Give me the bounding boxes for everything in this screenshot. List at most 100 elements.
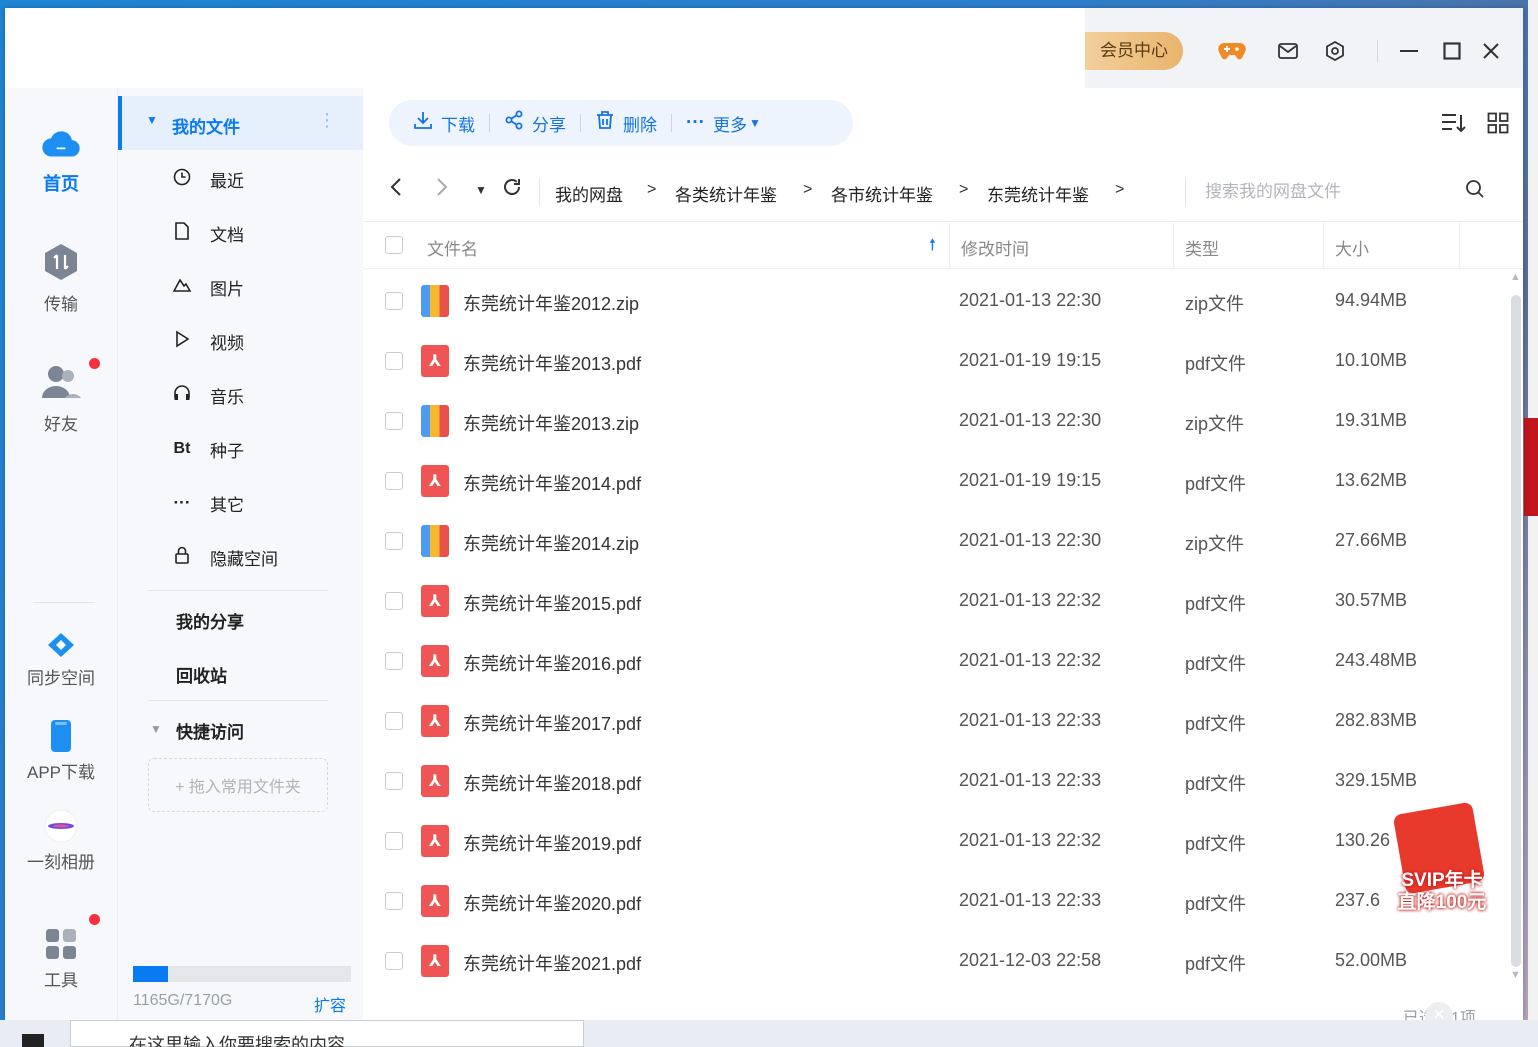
file-modified: 2021-01-13 22:32 [959, 830, 1102, 850]
kebab-menu-icon[interactable]: ⋮ [318, 110, 336, 131]
rail-friends[interactable]: 好友 [5, 362, 117, 435]
delete-button[interactable]: 删除 [581, 100, 671, 146]
rail-home[interactable]: 首页 [5, 122, 117, 196]
sidebar-item-other[interactable]: ··· 其它 [118, 476, 364, 530]
sidebar-item-docs[interactable]: 文档 [118, 206, 364, 260]
rail-sync-space[interactable]: 同步空间 [5, 630, 117, 689]
file-modified: 2021-01-13 22:30 [959, 290, 1102, 310]
table-row[interactable]: ⅄ 东莞统计年鉴2017.pdf 2021-01-13 22:33 pdf文件 282.… [363, 691, 1503, 751]
column-size-header[interactable]: 大小 [1335, 235, 1369, 260]
minimize-icon[interactable] [1394, 36, 1424, 66]
row-checkbox[interactable] [385, 292, 403, 310]
rail-transfer[interactable]: 传输 [5, 242, 117, 315]
table-row[interactable]: ⅄ 东莞统计年鉴2020.pdf 2021-01-13 22:33 pdf文件 237.… [363, 871, 1503, 931]
sidebar-item-recent[interactable]: 最近 [118, 152, 364, 206]
row-checkbox[interactable] [385, 832, 403, 850]
file-name[interactable]: 东莞统计年鉴2015.pdf [463, 590, 641, 616]
table-row[interactable]: 东莞统计年鉴2012.zip 2021-01-13 22:30 zip文件 94.94… [363, 271, 1503, 331]
column-type-header[interactable]: 类型 [1185, 235, 1219, 260]
vip-center-button[interactable]: 会员中心 [1085, 32, 1183, 70]
table-row[interactable]: ⅄ 东莞统计年鉴2016.pdf 2021-01-13 22:32 pdf文件 243.… [363, 631, 1503, 691]
settings-icon[interactable] [1320, 36, 1350, 66]
scrollbar-thumb[interactable] [1511, 295, 1521, 967]
table-row[interactable]: 东莞统计年鉴2014.zip 2021-01-13 22:30 zip文件 27.66… [363, 511, 1503, 571]
file-name[interactable]: 东莞统计年鉴2018.pdf [463, 770, 641, 796]
row-checkbox[interactable] [385, 952, 403, 970]
table-row[interactable]: ⅄ 东莞统计年鉴2015.pdf 2021-01-13 22:32 pdf文件 30.5… [363, 571, 1503, 631]
file-browser: 下载 分享 删除 ··· 更多 ▼ ▼ 我的网盘 > 各类统计年鉴 > 各市统计… [363, 88, 1523, 1030]
table-row[interactable]: 东莞统计年鉴2013.zip 2021-01-13 22:30 zip文件 19.31… [363, 391, 1503, 451]
breadcrumb-dongguan-yearbook[interactable]: 东莞统计年鉴 [987, 181, 1089, 206]
windows-start-icon[interactable] [22, 1034, 44, 1047]
file-name[interactable]: 东莞统计年鉴2013.pdf [463, 350, 641, 376]
table-row[interactable]: ⅄ 东莞统计年鉴2019.pdf 2021-01-13 22:32 pdf文件 130.… [363, 811, 1503, 871]
maximize-icon[interactable] [1437, 36, 1467, 66]
scroll-up-icon[interactable]: ▲ [1510, 271, 1521, 283]
row-checkbox[interactable] [385, 412, 403, 430]
sidebar-item-hidden-space[interactable]: 隐藏空间 [118, 530, 364, 584]
select-all-checkbox[interactable] [385, 236, 403, 254]
grid-view-icon[interactable] [1487, 112, 1509, 140]
row-checkbox[interactable] [385, 352, 403, 370]
search-input[interactable] [1205, 176, 1455, 208]
row-checkbox[interactable] [385, 472, 403, 490]
sidebar-my-files[interactable]: ▼ 我的文件 ⋮ [118, 96, 364, 150]
file-name[interactable]: 东莞统计年鉴2021.pdf [463, 950, 641, 976]
sidebar-recycle-bin[interactable]: 回收站 [176, 662, 227, 687]
taskbar-search-box[interactable]: 在这里输入你要搜索的内容 [70, 1020, 584, 1047]
file-name[interactable]: 东莞统计年鉴2020.pdf [463, 890, 641, 916]
table-row[interactable]: ⅄ 东莞统计年鉴2013.pdf 2021-01-19 19:15 pdf文件 10.1… [363, 331, 1503, 391]
file-name[interactable]: 东莞统计年鉴2014.zip [463, 530, 639, 556]
download-button[interactable]: 下载 [389, 100, 489, 146]
close-icon[interactable] [1476, 36, 1506, 66]
svip-promo-badge[interactable]: SVIP年卡 直降100元 [1381, 801, 1503, 928]
breadcrumb-city-yearbooks[interactable]: 各市统计年鉴 [831, 181, 933, 206]
row-checkbox[interactable] [385, 532, 403, 550]
promo-line1: SVIP年卡 [1401, 870, 1483, 891]
drop-folder-zone[interactable]: + 拖入常用文件夹 [148, 758, 328, 812]
sidebar-quick-access[interactable]: 快捷访问 [176, 718, 244, 743]
sidebar-item-music[interactable]: 音乐 [118, 368, 364, 422]
file-name[interactable]: 东莞统计年鉴2013.zip [463, 410, 639, 436]
rail-tools[interactable]: 工具 [5, 926, 117, 991]
row-checkbox[interactable] [385, 652, 403, 670]
sort-ascending-icon[interactable]: 🠕 [929, 234, 936, 261]
row-checkbox[interactable] [385, 592, 403, 610]
sidebar-item-video[interactable]: 视频 [118, 314, 364, 368]
sidebar-item-images[interactable]: 图片 [118, 260, 364, 314]
file-name[interactable]: 东莞统计年鉴2019.pdf [463, 830, 641, 856]
table-row[interactable]: ⅄ 东莞统计年鉴2021.pdf 2021-12-03 22:58 pdf文件 52.0… [363, 931, 1503, 991]
scroll-down-icon[interactable]: ▼ [1510, 969, 1521, 981]
file-name[interactable]: 东莞统计年鉴2012.zip [463, 290, 639, 316]
history-dropdown-icon[interactable]: ▼ [475, 183, 487, 197]
sidebar-my-share[interactable]: 我的分享 [176, 608, 244, 633]
share-button[interactable]: 分享 [490, 100, 580, 146]
table-row[interactable]: ⅄ 东莞统计年鉴2018.pdf 2021-01-13 22:33 pdf文件 329.… [363, 751, 1503, 811]
sidebar-item-torrent[interactable]: Bt 种子 [118, 422, 364, 476]
column-name-header[interactable]: 文件名 [427, 235, 478, 260]
more-button[interactable]: ··· 更多 ▼ [672, 100, 775, 146]
rail-moment-album[interactable]: 一刻相册 [5, 808, 117, 873]
search-icon[interactable] [1465, 179, 1485, 205]
game-icon[interactable] [1217, 36, 1247, 66]
file-name[interactable]: 东莞统计年鉴2017.pdf [463, 710, 641, 736]
quick-access-triangle-icon[interactable]: ▼ [150, 722, 162, 736]
rail-app-download[interactable]: APP下载 [5, 718, 117, 783]
collapse-triangle-icon[interactable]: ▼ [146, 113, 158, 127]
row-checkbox[interactable] [385, 712, 403, 730]
vertical-scrollbar[interactable]: ▲ ▼ [1509, 271, 1523, 983]
table-row[interactable]: ⅄ 东莞统计年鉴2014.pdf 2021-01-19 19:15 pdf文件 13.6… [363, 451, 1503, 511]
refresh-icon[interactable] [501, 176, 523, 204]
row-checkbox[interactable] [385, 772, 403, 790]
row-checkbox[interactable] [385, 892, 403, 910]
forward-arrow-icon[interactable] [435, 176, 449, 204]
sort-order-icon[interactable] [1441, 112, 1467, 140]
expand-storage-link[interactable]: 扩容 [314, 992, 346, 1016]
file-name[interactable]: 东莞统计年鉴2014.pdf [463, 470, 641, 496]
file-name[interactable]: 东莞统计年鉴2016.pdf [463, 650, 641, 676]
mail-icon[interactable] [1273, 36, 1303, 66]
back-arrow-icon[interactable] [389, 176, 403, 204]
column-modified-header[interactable]: 修改时间 [961, 235, 1029, 260]
breadcrumb-stat-yearbooks[interactable]: 各类统计年鉴 [675, 181, 777, 206]
breadcrumb-my-disk[interactable]: 我的网盘 [555, 181, 623, 206]
